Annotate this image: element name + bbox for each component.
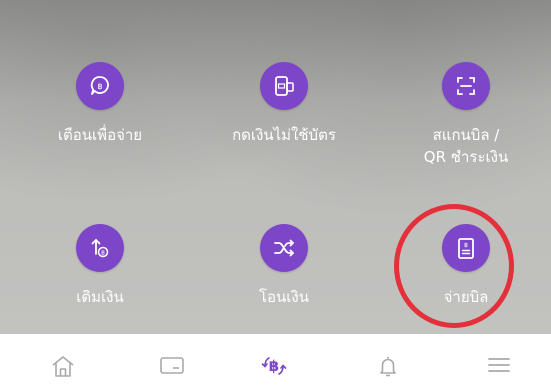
tile-bill-reminder[interactable]: ฿ เตือนเพื่อจ่าย xyxy=(20,62,180,182)
tile-transfer[interactable]: โอนเงิน xyxy=(204,224,364,344)
bottom-nav-bar: ฿ xyxy=(0,334,551,389)
tile-label: กดเงินไม่ใช้บัตร xyxy=(232,126,336,144)
tile-pay-bill[interactable]: ฿ จ่ายบิล xyxy=(386,224,546,344)
tile-label: โอนเงิน xyxy=(258,288,310,306)
card-icon xyxy=(158,354,186,380)
transfer-icon xyxy=(260,224,308,272)
svg-text:฿: ฿ xyxy=(464,242,468,249)
svg-text:฿: ฿ xyxy=(97,82,102,91)
tile-label: เติมเงิน xyxy=(76,288,124,306)
top-up-icon: ฿ xyxy=(76,224,124,272)
tile-cardless-withdrawal[interactable]: กดเงินไม่ใช้บัตร xyxy=(204,62,364,182)
nav-transactions[interactable]: ฿ xyxy=(257,354,291,384)
bill-reminder-icon: ฿ xyxy=(76,62,124,110)
home-icon xyxy=(50,354,76,382)
cardless-withdrawal-icon xyxy=(260,62,308,110)
tile-label: เตือนเพื่อจ่าย xyxy=(57,126,143,144)
pay-bill-icon: ฿ xyxy=(442,224,490,272)
tile-label: จ่ายบิล xyxy=(443,288,489,306)
tile-top-up[interactable]: ฿ เติมเงิน xyxy=(20,224,180,344)
quick-menu-screen: ฿ เตือนเพื่อจ่าย กดเงินไม่ใช้บัตร สแกนบิ… xyxy=(0,0,551,389)
tile-label: สแกนบิล / QR ชำระเงิน xyxy=(423,126,509,166)
nav-cards[interactable] xyxy=(155,354,189,384)
baht-transaction-icon: ฿ xyxy=(259,354,289,382)
tile-scan-qr[interactable]: สแกนบิล / QR ชำระเงิน xyxy=(386,62,546,182)
scan-qr-icon xyxy=(442,62,490,110)
bell-icon xyxy=(376,354,400,382)
menu-icon xyxy=(486,354,512,380)
quick-menu-panel: ฿ เตือนเพื่อจ่าย กดเงินไม่ใช้บัตร สแกนบิ… xyxy=(0,0,551,334)
nav-home[interactable] xyxy=(46,354,80,384)
nav-notifications[interactable] xyxy=(371,354,405,384)
svg-text:฿: ฿ xyxy=(101,250,105,257)
nav-menu[interactable] xyxy=(482,354,516,384)
svg-text:฿: ฿ xyxy=(269,357,279,375)
